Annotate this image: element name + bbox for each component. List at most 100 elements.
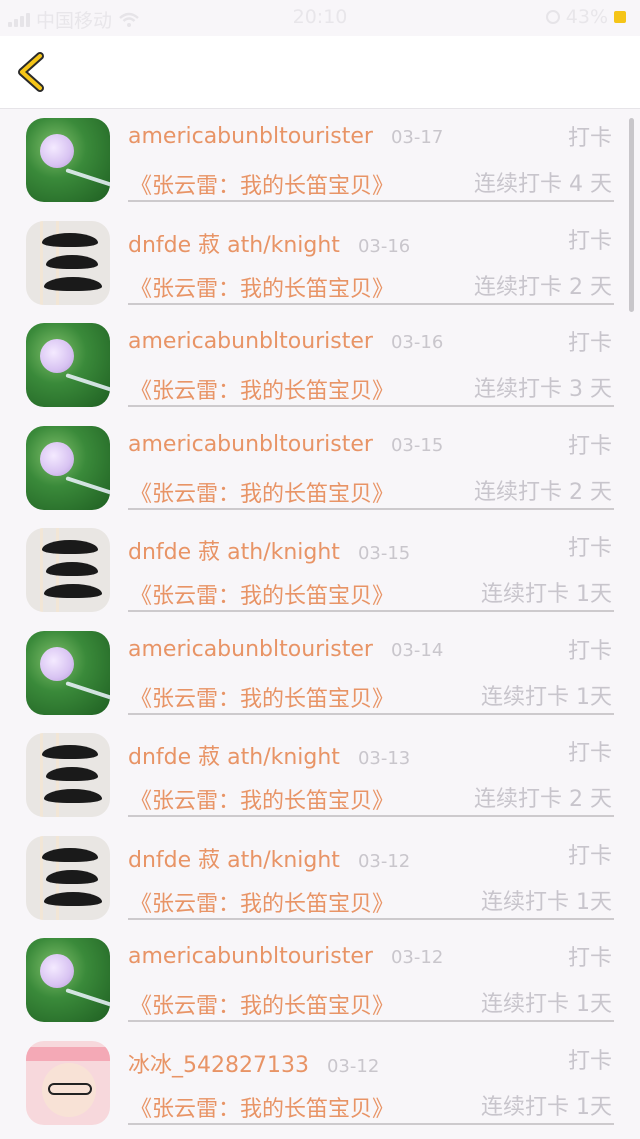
entry-date: 03-16: [357, 235, 411, 257]
status-right: 43%: [545, 6, 626, 28]
avatar[interactable]: [26, 220, 110, 305]
list-item[interactable]: dnfde 菽 ath/knight 03-15 打卡《张云雷：我的长笛宝贝》 连续打…: [0, 518, 640, 620]
scrollbar[interactable]: [629, 118, 634, 312]
entry-date: 03-12: [390, 947, 444, 968]
entry-date: 03-12: [326, 1055, 380, 1077]
user-name-text[interactable]: dnfde 菽 ath/knight: [128, 540, 340, 565]
checkin-label: 打卡: [567, 638, 612, 664]
checkin-list[interactable]: americabunbltourister 03-17 打卡 《张云雷：我的长笛宝贝》…: [0, 108, 640, 1139]
user-name-text[interactable]: americabunbltourister: [128, 329, 373, 354]
book-title-link[interactable]: 《张云雷：我的长笛宝贝》: [130, 168, 394, 200]
entry-date: 03-15: [390, 434, 444, 456]
row-divider: [128, 610, 614, 612]
chevron-left-icon: [18, 52, 44, 92]
user-name-text[interactable]: americabunbltourister: [128, 637, 373, 662]
rotation-lock-icon: [545, 10, 560, 24]
book-title-link[interactable]: 《张云雷：我的长笛宝贝》: [130, 476, 394, 508]
avatar[interactable]: [26, 425, 110, 510]
row-divider: [128, 712, 614, 715]
list-item[interactable]: 冰冰_542827133 03-12 打卡《张云雷：我的长笛宝贝》 连续打卡 1天: [0, 1031, 640, 1133]
row-divider: [128, 302, 614, 305]
user-name[interactable]: americabunbltourister 03-17: [128, 124, 443, 149]
avatar[interactable]: [26, 118, 110, 202]
entry-date: 03-15: [357, 543, 411, 564]
user-name[interactable]: 冰冰_542827133 03-12: [128, 1047, 379, 1079]
avatar[interactable]: [26, 733, 110, 817]
entry-date: 03-16: [390, 332, 444, 353]
checkin-label: 打卡: [567, 1048, 612, 1074]
checkin-label: 打卡: [567, 126, 612, 151]
user-name[interactable]: americabunbltourister 03-15: [128, 432, 443, 457]
streak-count: 连续打卡 4 天: [474, 172, 612, 197]
avatar[interactable]: [26, 630, 110, 715]
entry-date: 03-17: [390, 127, 444, 148]
user-name-text[interactable]: americabunbltourister: [128, 124, 373, 149]
user-name-text[interactable]: americabunbltourister: [128, 944, 373, 969]
checkin-label: 打卡: [567, 843, 612, 869]
list-item[interactable]: americabunbltourister 03-17 打卡《张云雷：我的长笛宝贝》…: [0, 108, 640, 210]
user-name-text[interactable]: 冰冰_542827133: [128, 1053, 309, 1078]
user-name-text[interactable]: dnfde 菽 ath/knight: [128, 848, 340, 873]
checkin-label: 打卡: [567, 946, 612, 971]
list-item[interactable]: americabunbltourister 03-14 打卡《张云雷：我的长笛宝贝》…: [0, 621, 640, 723]
row-divider: [128, 815, 614, 817]
streak-count: 连续打卡 2 天: [474, 787, 612, 812]
user-name[interactable]: americabunbltourister 03-16: [128, 329, 443, 354]
list-item[interactable]: dnfde 菽 ath/knight 03-13 打卡《张云雷：我的长笛宝贝》 连续打…: [0, 723, 640, 825]
book-title-link[interactable]: 《张云雷：我的长笛宝贝》: [130, 1091, 394, 1123]
streak-count: 连续打卡 1天: [481, 889, 612, 915]
list-item[interactable]: americabunbltourister 03-12 打卡《张云雷：我的长笛宝贝》…: [0, 928, 640, 1030]
row-divider: [128, 1122, 614, 1125]
entry-date: 03-13: [357, 748, 411, 769]
checkin-label: 打卡: [567, 536, 612, 561]
checkin-label: 打卡: [567, 331, 612, 356]
user-name[interactable]: americabunbltourister 03-12: [128, 944, 443, 969]
back-button[interactable]: [14, 50, 54, 94]
avatar[interactable]: [26, 1040, 110, 1125]
book-title-link[interactable]: 《张云雷：我的长笛宝贝》: [130, 988, 394, 1020]
user-name[interactable]: dnfde 菽 ath/knight 03-12: [128, 842, 410, 874]
row-divider: [128, 917, 614, 920]
checkin-label: 打卡: [567, 228, 612, 254]
row-divider: [128, 405, 614, 407]
avatar[interactable]: [26, 938, 110, 1022]
avatar[interactable]: [26, 323, 110, 407]
list-item[interactable]: dnfde 菽 ath/knight 03-12 打卡《张云雷：我的长笛宝贝》 连续打…: [0, 826, 640, 928]
entry-date: 03-14: [390, 639, 444, 661]
row-divider: [128, 1020, 614, 1022]
avatar[interactable]: [26, 835, 110, 920]
status-bar: 中国移动 20:10 43%: [0, 0, 640, 36]
streak-count: 连续打卡 2 天: [474, 274, 612, 300]
battery-icon: [614, 11, 626, 23]
status-time: 20:10: [292, 6, 348, 28]
book-title-link[interactable]: 《张云雷：我的长笛宝贝》: [130, 886, 394, 918]
list-item[interactable]: dnfde 菽 ath/knight 03-16 打卡《张云雷：我的长笛宝贝》 连续打…: [0, 211, 640, 313]
list-item[interactable]: americabunbltourister 03-15 打卡《张云雷：我的长笛宝贝》…: [0, 416, 640, 518]
streak-count: 连续打卡 1天: [481, 1094, 612, 1120]
nav-bar: [0, 36, 640, 109]
streak-count: 连续打卡 3 天: [474, 377, 612, 402]
book-title-link[interactable]: 《张云雷：我的长笛宝贝》: [130, 578, 394, 610]
user-name-text[interactable]: americabunbltourister: [128, 432, 373, 457]
list-item[interactable]: americabunbltourister 03-16 打卡《张云雷：我的长笛宝贝》…: [0, 313, 640, 415]
user-name-text[interactable]: dnfde 菽 ath/knight: [128, 745, 340, 770]
user-name[interactable]: dnfde 菽 ath/knight 03-15: [128, 534, 410, 566]
book-title-link[interactable]: 《张云雷：我的长笛宝贝》: [130, 373, 394, 405]
user-name[interactable]: americabunbltourister 03-14: [128, 637, 443, 662]
streak-count: 连续打卡 1天: [481, 992, 612, 1017]
user-name[interactable]: dnfde 菽 ath/knight 03-16: [128, 227, 410, 259]
battery-percent: 43%: [565, 6, 608, 28]
entry-date: 03-12: [357, 850, 411, 872]
book-title-link[interactable]: 《张云雷：我的长笛宝贝》: [130, 783, 394, 815]
user-name-text[interactable]: dnfde 菽 ath/knight: [128, 233, 340, 258]
checkin-label: 打卡: [567, 433, 612, 459]
checkin-label: 打卡: [567, 741, 612, 766]
streak-count: 连续打卡 2 天: [474, 479, 612, 505]
book-title-link[interactable]: 《张云雷：我的长笛宝贝》: [130, 681, 394, 713]
book-title-link[interactable]: 《张云雷：我的长笛宝贝》: [130, 271, 394, 303]
row-divider: [128, 507, 614, 510]
row-divider: [128, 200, 614, 202]
streak-count: 连续打卡 1天: [481, 582, 612, 607]
user-name[interactable]: dnfde 菽 ath/knight 03-13: [128, 739, 410, 771]
avatar[interactable]: [26, 528, 110, 612]
